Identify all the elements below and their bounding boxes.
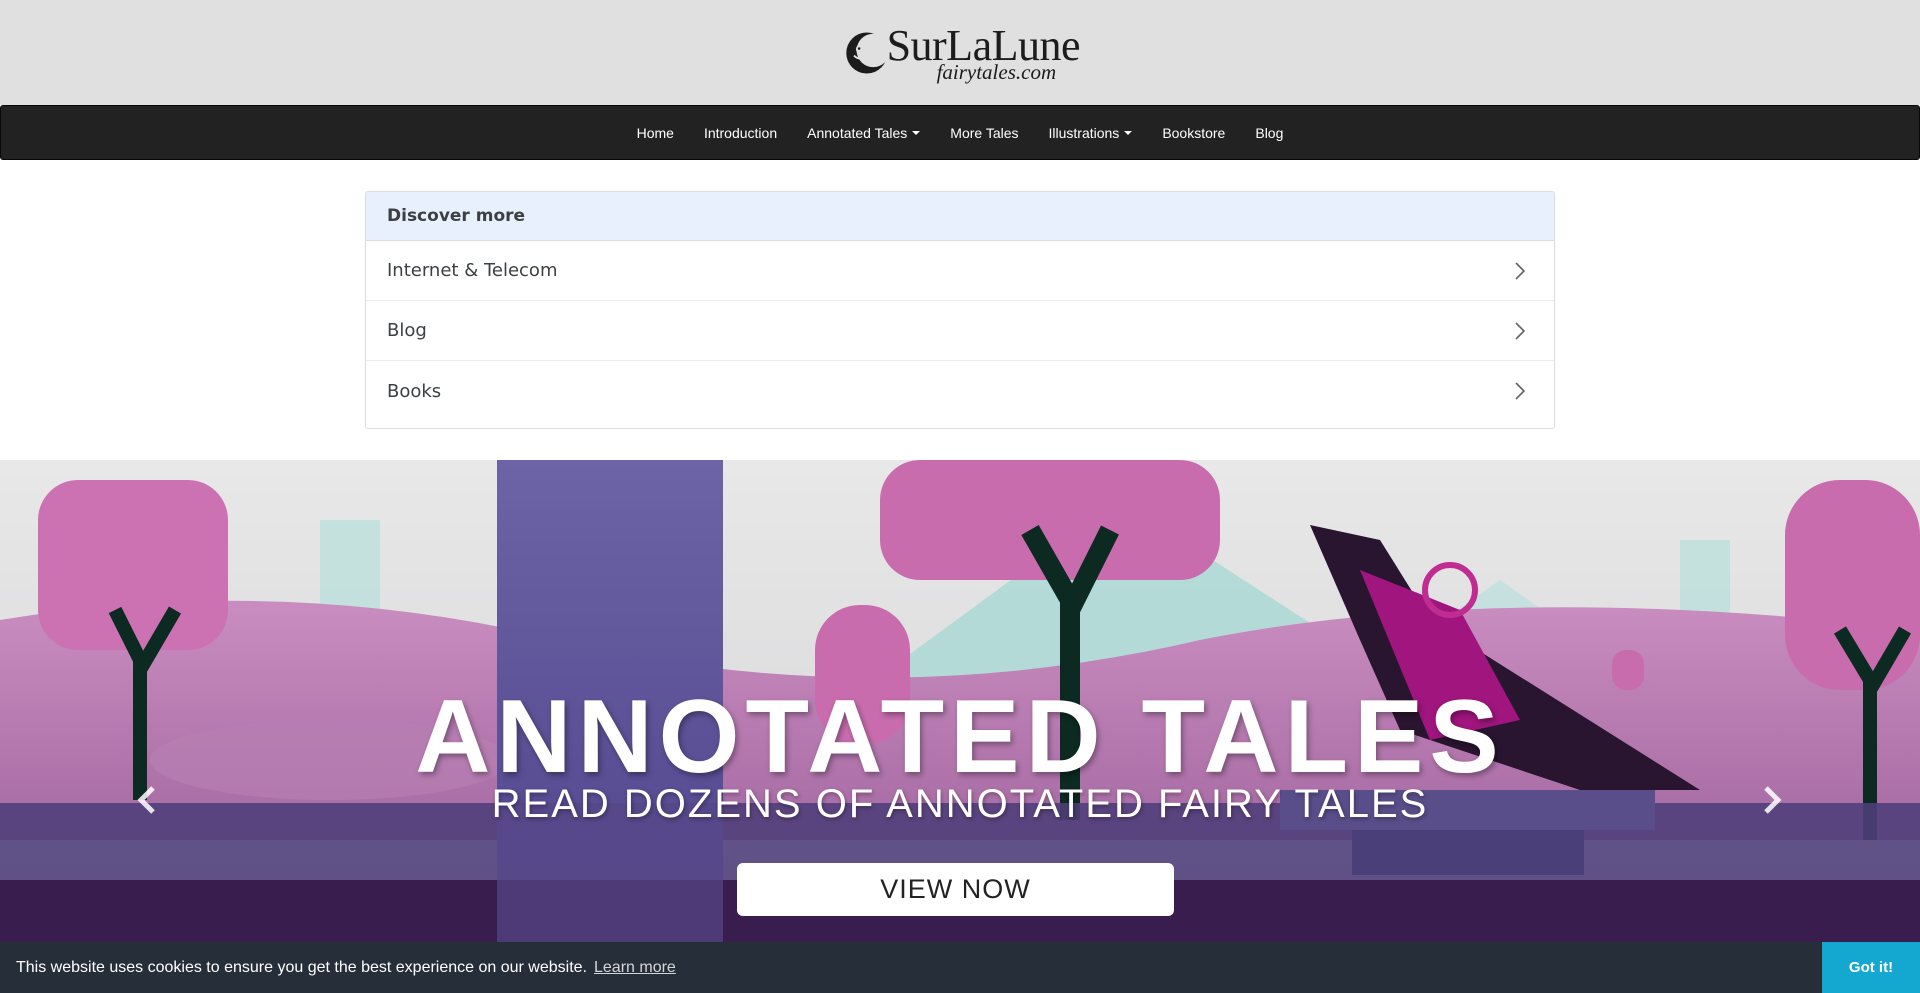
cookie-message: This website uses cookies to ensure you … <box>16 958 587 976</box>
discover-item-label: Internet & Telecom <box>387 260 558 281</box>
nav-item-label: Home <box>636 124 674 141</box>
nav-item-label: Introduction <box>703 124 778 141</box>
discover-item-books[interactable]: Books <box>366 361 1554 421</box>
nav-item-bookstore[interactable]: Bookstore <box>1147 106 1240 159</box>
logo-wordmark: SurLaLune fairytales.com <box>887 23 1081 84</box>
logo-sub-text: fairytales.com <box>936 59 1057 84</box>
discover-item-blog[interactable]: Blog <box>366 301 1554 361</box>
caret-down-icon <box>1124 130 1133 135</box>
chevron-right-icon <box>1515 321 1526 340</box>
discover-more-header: Discover more <box>366 192 1554 241</box>
cookie-consent-bar: This website uses cookies to ensure you … <box>0 942 1920 993</box>
nav-item-label: Bookstore <box>1162 124 1226 141</box>
hero-title: ANNOTATED TALES <box>415 679 1505 795</box>
nav-item-label: Illustrations <box>1048 124 1120 141</box>
hero-subtitle: READ DOZENS OF ANNOTATED FAIRY TALES <box>491 782 1429 826</box>
moon-logo-icon <box>846 32 889 74</box>
hero-carousel: ANNOTATED TALES READ DOZENS OF ANNOTATED… <box>0 460 1920 993</box>
discover-item-label: Books <box>387 380 442 402</box>
nav-item-label: More Tales <box>950 124 1019 141</box>
site-logo[interactable]: SurLaLune fairytales.com <box>845 17 1081 89</box>
chevron-right-icon[interactable] <box>1760 782 1784 818</box>
nav-item-blog[interactable]: Blog <box>1240 106 1298 159</box>
nav-item-label: Annotated Tales <box>807 124 908 141</box>
nav-item-label: Blog <box>1255 124 1284 141</box>
chevron-left-icon[interactable] <box>135 782 159 818</box>
caret-down-icon <box>912 130 921 135</box>
nav-item-annotated-tales[interactable]: Annotated Tales <box>792 106 935 159</box>
nav-item-illustrations[interactable]: Illustrations <box>1034 106 1148 159</box>
discover-item-internet-telecom[interactable]: Internet & Telecom <box>366 241 1554 301</box>
discover-more-title: Discover more <box>387 206 526 226</box>
chevron-right-icon <box>1515 382 1526 400</box>
chevron-right-icon <box>1515 261 1526 280</box>
view-now-button[interactable]: VIEW NOW <box>737 863 1174 916</box>
site-header: SurLaLune fairytales.com <box>0 0 1920 105</box>
nav-item-more-tales[interactable]: More Tales <box>935 106 1033 159</box>
discover-more-panel: Discover more Internet & Telecom Blog Bo… <box>365 191 1555 429</box>
cookie-accept-button[interactable]: Got it! <box>1822 942 1920 993</box>
nav-item-home[interactable]: Home <box>622 106 689 159</box>
main-navbar: Home Introduction Annotated Tales More T… <box>0 105 1920 160</box>
nav-item-introduction[interactable]: Introduction <box>689 106 792 159</box>
nav-menu: Home Introduction Annotated Tales More T… <box>1 106 1919 159</box>
discover-item-label: Blog <box>387 320 427 341</box>
learn-more-link[interactable]: Learn more <box>594 959 676 977</box>
